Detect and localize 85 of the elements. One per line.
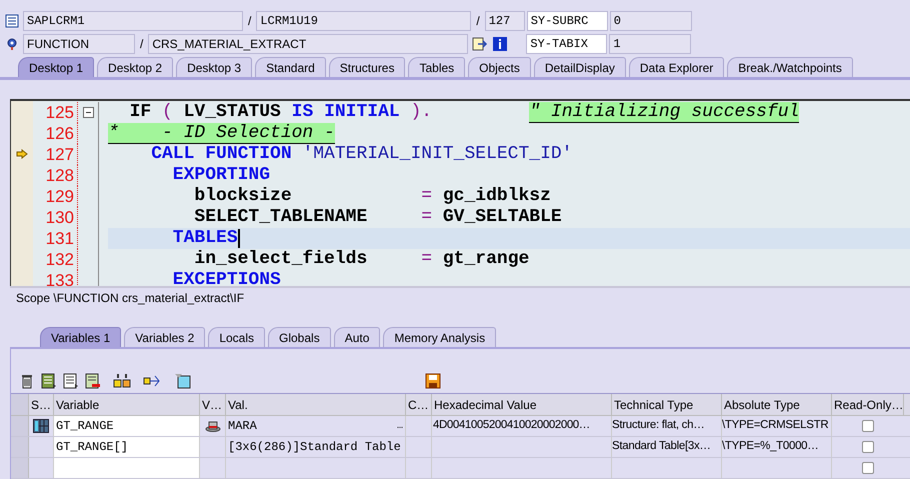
text-cursor [238, 228, 240, 248]
line-number: 125 [46, 102, 74, 123]
system-field-name: SY-SUBRC [526, 11, 608, 31]
tab[interactable]: Variables 1 [40, 327, 122, 348]
system-field-value: 0 [610, 11, 692, 31]
line-field: 127 [484, 11, 525, 31]
scope-text: Scope \FUNCTION crs_material_extract\IF [16, 290, 244, 308]
line-number: 129 [46, 186, 74, 207]
separator-slash: / [139, 36, 144, 53]
line-number: 126 [46, 122, 74, 144]
save-icon[interactable] [425, 373, 441, 390]
code-text: EXCEPTIONS [172, 270, 281, 286]
code-text: EXPORTING [172, 165, 270, 186]
list-icon[interactable] [41, 373, 57, 390]
column-header[interactable]: Variable [54, 394, 200, 416]
tab[interactable]: Variables 2 [124, 327, 206, 348]
trash-icon[interactable] [19, 373, 35, 390]
line-number: 132 [46, 248, 74, 270]
tab[interactable]: Locals [208, 327, 265, 348]
arrow-icon [16, 149, 28, 160]
tab[interactable]: Tables [408, 57, 466, 77]
separator-slash: / [247, 13, 252, 30]
program-icon [5, 14, 19, 28]
column-header[interactable]: Technical Type [612, 394, 722, 416]
tab[interactable]: Desktop 1 [18, 57, 94, 77]
separator-slash: / [475, 13, 481, 30]
value-text: MARA [228, 418, 257, 436]
code-text: TABLES [172, 228, 238, 248]
column-header[interactable]: C… [406, 394, 432, 416]
code-text: CALL FUNCTION 'MATERIAL_INIT_SELECT_ID' [150, 144, 572, 164]
system-field-name: SY-TABIX [526, 34, 608, 54]
code-text: IF ( LV_STATUS IS INITIAL ). " Initializing successful [128, 102, 800, 122]
code-text: in_select_fields = gt_range [193, 249, 530, 270]
tab[interactable]: Auto [334, 327, 380, 348]
technical-type: Structure: flat, ch… [612, 418, 704, 434]
tab[interactable]: Structures [328, 57, 406, 77]
tab[interactable]: Data Explorer [628, 57, 724, 77]
tab[interactable]: Objects [468, 57, 531, 77]
code-text: SELECT_TABLENAME = GV_SELTABLE [193, 207, 562, 228]
code-text: * - ID Selection - [108, 123, 335, 144]
line-number: 130 [46, 206, 74, 228]
navigate-icon[interactable] [472, 36, 488, 52]
include-field: LCRM1U19 [256, 11, 472, 31]
column-header[interactable]: Hexadecimal Value [432, 394, 612, 416]
value-text: [3x6(286)]Standard Table [228, 439, 401, 456]
collapse-icon[interactable] [82, 106, 94, 118]
line-number: 131 [46, 228, 74, 249]
code-text: blocksize = gc_idblksz [193, 186, 551, 206]
tab[interactable]: Globals [268, 327, 331, 348]
tab[interactable]: Standard [255, 57, 326, 77]
more-indicator[interactable]: … [396, 418, 403, 434]
gear-icon [5, 37, 19, 51]
checkbox[interactable] [862, 462, 874, 474]
variable-cell: GT_RANGE[] [54, 437, 200, 458]
info-icon[interactable] [492, 36, 508, 52]
tab[interactable]: Memory Analysis [383, 327, 496, 348]
hat-icon [204, 420, 220, 432]
event-field: CRS_MATERIAL_EXTRACT [148, 34, 468, 54]
absolute-type: \TYPE=%_T0000… [722, 439, 818, 454]
program-field: SAPLCRM1 [23, 11, 243, 31]
hex-value: 4D0041005200410020002000… [433, 418, 590, 434]
list-icon[interactable] [63, 373, 79, 390]
checkbox[interactable] [862, 441, 874, 454]
tab[interactable]: DetailDisplay [534, 57, 626, 77]
absolute-type: \TYPE=CRMSELSTR [722, 418, 828, 434]
technical-type: Standard Table[3x… [612, 439, 711, 454]
checkbox[interactable] [862, 420, 874, 432]
blocks-icon[interactable] [113, 373, 131, 390]
tab[interactable]: Desktop 3 [176, 57, 252, 77]
tab[interactable]: Break./Watchpoints [727, 57, 853, 77]
event-type-field: FUNCTION [23, 34, 135, 54]
list-remove-icon[interactable] [85, 373, 101, 390]
line-number: 128 [46, 164, 74, 186]
variable-cell: GT_RANGE [54, 416, 200, 436]
column-header[interactable]: S… [29, 394, 54, 416]
structure-icon [33, 419, 49, 434]
line-number: 133 [46, 270, 74, 286]
line-number: 127 [46, 144, 74, 165]
column-header[interactable]: Absolute Type [722, 394, 832, 416]
column-header[interactable]: Read-Only… [832, 394, 904, 416]
filter-icon[interactable] [175, 373, 191, 390]
column-header[interactable]: Val. [226, 394, 406, 416]
column-header[interactable]: V… [200, 394, 226, 416]
tab[interactable]: Desktop 2 [97, 57, 174, 77]
system-field-value: 1 [609, 34, 692, 54]
